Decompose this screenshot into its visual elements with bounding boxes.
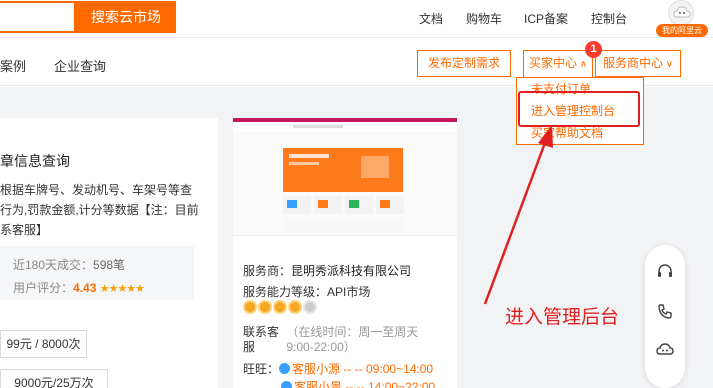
medal-icon xyxy=(303,300,317,314)
level-medals xyxy=(243,300,318,317)
step-badge: 1 xyxy=(585,41,602,58)
wangwang-line-1: 旺旺： 客服小源 -- -- 09:00~14:00 xyxy=(243,360,433,377)
avatar[interactable] xyxy=(668,0,694,26)
cs-line-2: 服 9:00-22:00） xyxy=(243,338,356,355)
medal-icon xyxy=(243,300,257,314)
level-value: API市场 xyxy=(327,285,371,299)
wangwang-icon xyxy=(281,381,292,388)
price-option-2[interactable]: 9000元/25万次 xyxy=(0,369,108,388)
sales-value: 598笔 xyxy=(93,258,126,272)
publish-requirement-button[interactable]: 发布定制需求 xyxy=(417,50,511,77)
wangwang-time-2: -- -- 14:00~22:00 xyxy=(345,380,436,388)
side-tools xyxy=(645,245,685,388)
user-menu[interactable]: 我的阿里云 xyxy=(650,0,713,38)
sales-stat: 近180天成交：598笔 xyxy=(13,256,125,273)
product-title[interactable]: 章信息查询 xyxy=(0,151,70,171)
cs-label-2: 服 xyxy=(243,340,256,354)
rating-label: 用户评分： xyxy=(13,281,74,295)
rating-stars-icon: ★★★★★ xyxy=(99,283,145,295)
buyer-center-button[interactable]: 买家中心 ∧ xyxy=(523,50,593,77)
cs-label: 联系客 xyxy=(243,325,280,339)
search-input[interactable] xyxy=(0,1,76,33)
wangwang-contact-2[interactable]: 客服小景 xyxy=(294,380,342,388)
chevron-down-icon: ∨ xyxy=(662,59,674,70)
search-button[interactable]: 搜索云市场 xyxy=(76,1,176,33)
provider-name[interactable]: 昆明秀派科技有限公司 xyxy=(291,264,411,278)
icp-link[interactable]: ICP备案 xyxy=(524,10,568,27)
medal-icon xyxy=(258,300,272,314)
provider-center-button[interactable]: 服务商中心 ∨ xyxy=(595,50,681,77)
cart-link[interactable]: 购物车 xyxy=(466,10,502,27)
rating-stat: 用户评分：4.43 ★★★★★ xyxy=(13,279,145,296)
chevron-up-icon: ∧ xyxy=(576,59,588,70)
wangwang-line-2: 客服小景 -- -- 14:00~22:00 xyxy=(281,378,435,388)
buyer-center-label: 买家中心 xyxy=(528,56,577,70)
product-description: 根据车牌号、发动机号、车架号等查 行为,罚款金额,计分等数据【注：目前 系客服】 xyxy=(0,180,212,240)
medal-icon xyxy=(273,300,287,314)
provider-label: 服务商： xyxy=(243,264,292,278)
case-link[interactable]: 案例 xyxy=(0,56,26,75)
annotation-text: 进入管理后台 xyxy=(505,307,620,328)
headset-icon[interactable] xyxy=(655,262,675,282)
provider-center-label: 服务商中心 xyxy=(602,56,663,70)
product-card: 章信息查询 根据车牌号、发动机号、车架号等查 行为,罚款金额,计分等数据【注：目… xyxy=(0,118,218,388)
cs-hours: （在线时间：周一至周天 xyxy=(286,325,419,339)
console-link[interactable]: 控制台 xyxy=(591,10,627,27)
level-label: 服务能力等级： xyxy=(243,285,328,299)
company-query-link[interactable]: 企业查询 xyxy=(54,56,106,75)
level-line: 服务能力等级：API市场 xyxy=(243,283,370,300)
wangwang-icon xyxy=(279,363,291,374)
cs-hours-2: 9:00-22:00） xyxy=(286,340,356,354)
wangwang-label: 旺旺： xyxy=(243,362,280,376)
desc-line: 行为,罚款金额,计分等数据【注：目前 xyxy=(0,203,199,217)
highlight-box xyxy=(518,91,640,127)
wangwang-time-1: -- -- 09:00~14:00 xyxy=(343,362,434,376)
medal-icon xyxy=(288,300,302,314)
sales-label: 近180天成交： xyxy=(13,258,94,272)
provider-line: 服务商：昆明秀派科技有限公司 xyxy=(243,262,411,279)
wangwang-contact-1[interactable]: 客服小源 xyxy=(292,362,340,376)
thumbnail-image xyxy=(233,118,457,232)
top-bar: 搜索云市场 文档 购物车 ICP备案 控制台 我的阿里云 xyxy=(0,0,713,38)
desc-line: 系客服】 xyxy=(0,223,49,237)
price-option-1[interactable]: 99元 / 8000次 xyxy=(0,330,87,358)
product-thumbnail[interactable] xyxy=(233,118,457,236)
chat-cloud-icon[interactable] xyxy=(655,340,675,360)
my-aliyun-tag[interactable]: 我的阿里云 xyxy=(656,24,708,37)
desc-line: 根据车牌号、发动机号、车架号等查 xyxy=(0,183,193,197)
rating-value: 4.43 xyxy=(73,281,97,295)
phone-icon[interactable] xyxy=(655,302,675,322)
stats-box: 近180天成交：598笔 用户评分：4.43 ★★★★★ xyxy=(0,246,194,300)
docs-link[interactable]: 文档 xyxy=(419,10,443,27)
provider-card: 服务商：昆明秀派科技有限公司 服务能力等级：API市场 联系客 （在线时间：周一… xyxy=(233,118,457,388)
